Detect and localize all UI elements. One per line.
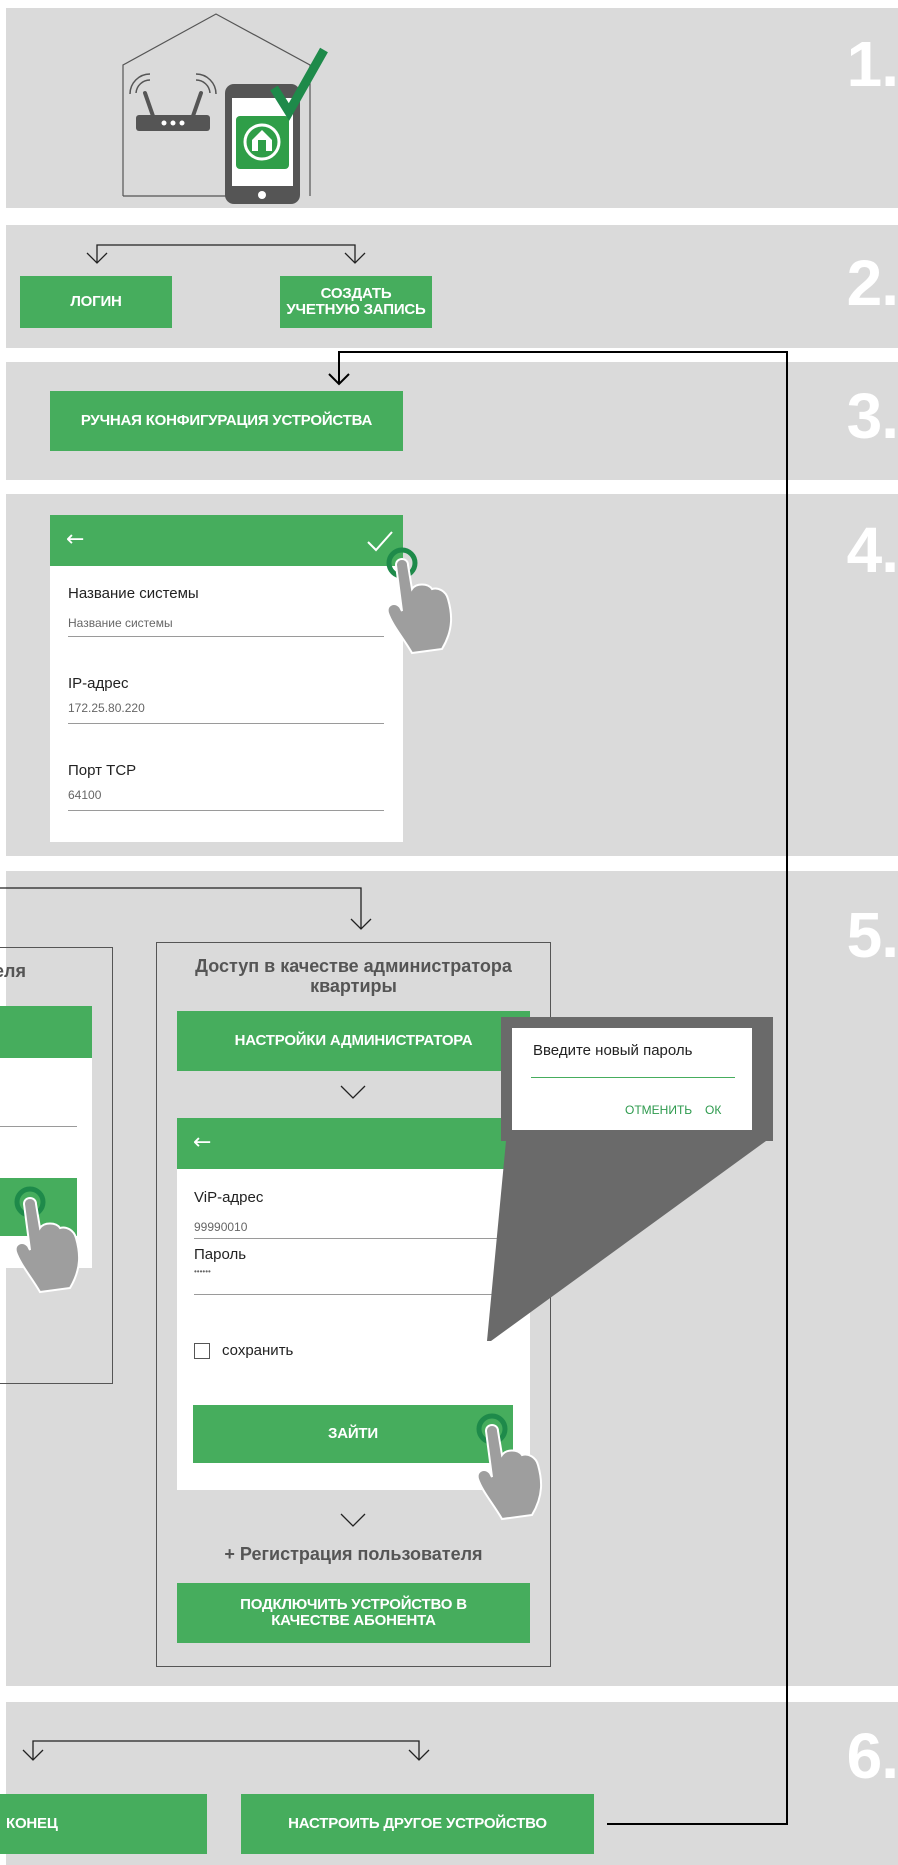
divider — [68, 636, 384, 637]
smartphone-icon — [225, 84, 300, 204]
tcp-port-input[interactable]: 64100 — [68, 788, 101, 802]
dialog-cancel-button[interactable]: ОТМЕНИТЬ — [625, 1103, 692, 1117]
setup-other-device-button[interactable]: НАСТРОИТЬ ДРУГОЕ УСТРОЙСТВО — [241, 1794, 594, 1854]
new-password-dialog-frame: Введите новый пароль ОТМЕНИТЬ ОК — [501, 1017, 773, 1141]
step-1-panel: 1. — [6, 8, 898, 208]
ip-address-label: IP-адрес — [68, 675, 129, 692]
branch-arrows — [22, 1740, 430, 1761]
end-button[interactable]: КОНЕЦ — [0, 1794, 207, 1854]
screen-header: ← — [50, 515, 403, 566]
dialog-title: Введите новый пароль — [533, 1042, 693, 1059]
login-button[interactable]: ЛОГИН — [20, 276, 172, 328]
back-arrow-icon[interactable]: ← — [66, 529, 84, 551]
manual-device-config-button[interactable]: РУЧНАЯ КОНФИГУРАЦИЯ УСТРОЙСТВА — [50, 391, 403, 451]
new-password-dialog: Введите новый пароль ОТМЕНИТЬ ОК — [512, 1028, 752, 1130]
dialog-ok-button[interactable]: ОК — [705, 1103, 721, 1117]
step-number: 3. — [846, 380, 898, 452]
divider — [68, 723, 384, 724]
step-5-panel: 5. теля Доступ в качестве администратора… — [0, 871, 898, 1686]
tap-hand-icon — [476, 1413, 543, 1521]
house-router-phone-illustration — [122, 13, 328, 204]
system-name-input[interactable]: Название системы — [68, 616, 173, 630]
step-6-panel: 6. КОНЕЦ НАСТРОИТЬ ДРУГОЕ УСТРОЙСТВО — [0, 1702, 898, 1865]
ip-address-input[interactable]: 172.25.80.220 — [68, 701, 145, 715]
system-name-label: Название системы — [68, 585, 199, 602]
divider — [68, 810, 384, 811]
step-4-panel: 4. ← Название системы Название системы I… — [6, 494, 898, 856]
create-account-button[interactable]: СОЗДАТЬ УЧЕТНУЮ ЗАПИСЬ — [280, 276, 432, 328]
new-password-input[interactable] — [531, 1077, 735, 1078]
system-config-screen: ← Название системы Название системы IP-а… — [50, 515, 403, 842]
tcp-port-label: Порт TCP — [68, 762, 137, 779]
step-3-panel: 3. РУЧНАЯ КОНФИГУРАЦИЯ УСТРОЙСТВА — [6, 362, 898, 480]
step-number: 4. — [846, 514, 898, 586]
step-2-panel: 2. ЛОГИН СОЗДАТЬ УЧЕТНУЮ ЗАПИСЬ — [6, 225, 898, 348]
dialog-callout-wedge — [487, 1141, 766, 1341]
tap-hand-icon — [386, 547, 453, 655]
router-icon — [129, 73, 217, 131]
